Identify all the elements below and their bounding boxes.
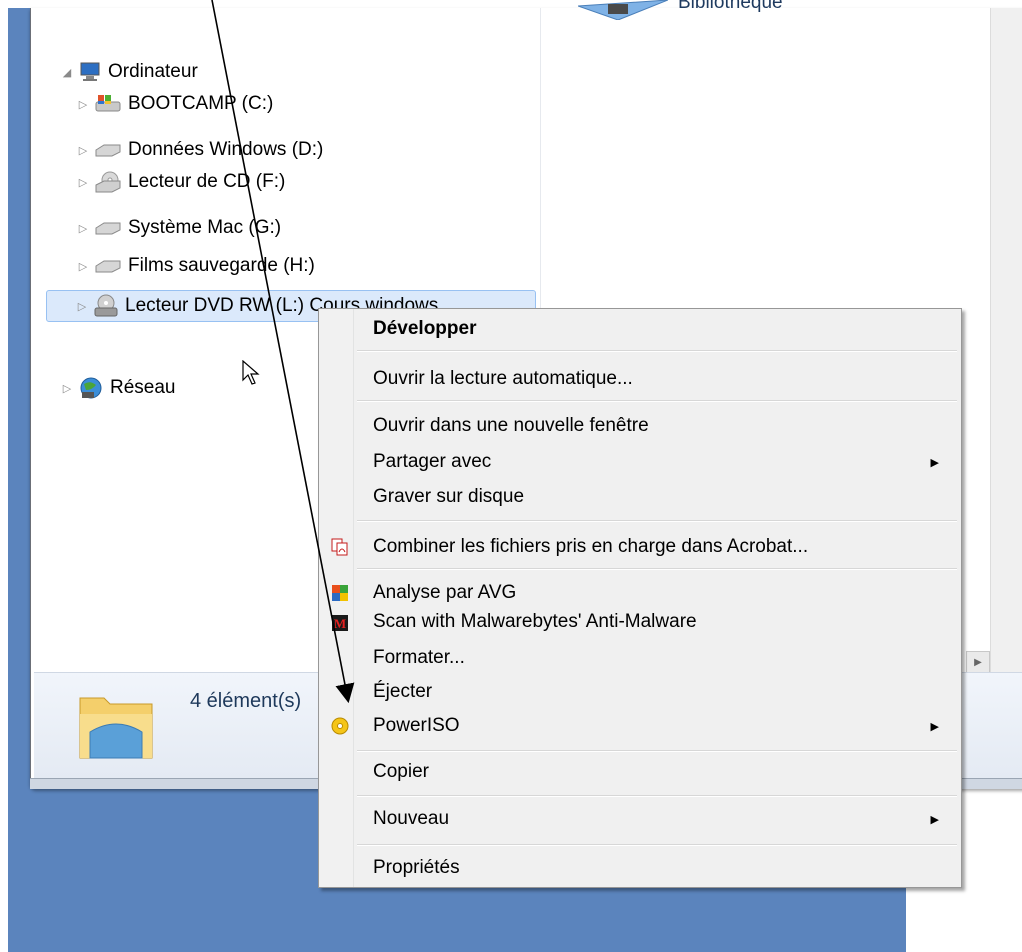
tree-item-label: Réseau <box>110 377 176 398</box>
tree-item-drive-g[interactable]: ▷ Système Mac (G:) <box>76 212 281 244</box>
library-label[interactable]: Bibliothèque <box>678 0 783 14</box>
tree-item-label: Système Mac (G:) <box>128 217 282 238</box>
collapsed-arrow-icon[interactable]: ▷ <box>60 382 74 395</box>
tree-item-label: Ordinateur <box>108 61 198 82</box>
menu-item-open-new-window[interactable]: Ouvrir dans une nouvelle fenêtre <box>373 410 953 442</box>
hard-drive-icon <box>95 260 121 273</box>
tree-item-computer[interactable]: ◢ Ordinateur <box>60 56 198 88</box>
tree-item-drive-d[interactable]: ▷ Données Windows (D:) <box>76 134 324 166</box>
menu-item-autoplay[interactable]: Ouvrir la lecture automatique... <box>373 363 953 395</box>
menu-item-label: Copier <box>373 761 429 782</box>
menu-item-label: Graver sur disque <box>373 486 525 507</box>
menu-item-label: Développer <box>373 318 477 339</box>
menu-item-burn-disc[interactable]: Graver sur disque <box>373 481 953 513</box>
menu-item-label: PowerISO <box>373 715 460 736</box>
menu-separator <box>357 568 957 570</box>
tree-item-drive-f[interactable]: ▷ Lecteur de CD (F:) <box>76 166 285 198</box>
computer-icon <box>80 62 100 81</box>
menu-separator <box>357 520 957 522</box>
svg-text:M: M <box>334 616 346 631</box>
collapsed-arrow-icon[interactable]: ▷ <box>76 222 90 235</box>
menu-separator <box>357 795 957 797</box>
menu-item-label: Analyse par AVG <box>373 582 517 603</box>
menu-item-malwarebytes-scan[interactable]: Scan with Malwarebytes' Anti-Malware <box>373 606 953 638</box>
collapsed-arrow-icon[interactable]: ▷ <box>76 176 90 189</box>
menu-separator <box>357 350 957 352</box>
menu-item-share-with[interactable]: Partager avec ▶ <box>373 446 953 478</box>
menu-item-label: Formater... <box>373 647 465 668</box>
collapsed-arrow-icon[interactable]: ▷ <box>76 260 90 273</box>
cd-drive-icon <box>95 171 121 193</box>
collapsed-arrow-icon[interactable]: ▷ <box>75 300 89 313</box>
menu-item-label: Partager avec <box>373 451 492 472</box>
tree-item-label: Données Windows (D:) <box>128 139 324 160</box>
menu-item-copy[interactable]: Copier <box>373 756 953 788</box>
collapsed-arrow-icon[interactable]: ▷ <box>76 98 90 111</box>
expanded-arrow-icon[interactable]: ◢ <box>60 66 74 79</box>
menu-item-label: Éjecter <box>373 681 433 702</box>
menu-item-avg-scan[interactable]: Analyse par AVG <box>373 577 953 609</box>
menu-item-eject[interactable]: Éjecter <box>373 676 953 708</box>
menu-separator <box>357 750 957 752</box>
collapsed-arrow-icon[interactable]: ▷ <box>76 144 90 157</box>
tree-item-label: Lecteur de CD (F:) <box>128 171 286 192</box>
dvd-drive-icon <box>94 294 118 317</box>
tree-item-label: Films sauvegarde (H:) <box>128 255 315 276</box>
menu-item-label: Ouvrir dans une nouvelle fenêtre <box>373 415 649 436</box>
menu-item-label: Scan with Malwarebytes' Anti-Malware <box>373 611 697 632</box>
tree-item-drive-c[interactable]: ▷ BOOTCAMP (C:) <box>76 88 274 120</box>
scroll-right-arrow-icon[interactable]: ▶ <box>966 651 990 673</box>
hard-drive-icon <box>95 144 121 157</box>
context-menu: Développer Ouvrir la lecture automatique… <box>318 308 962 888</box>
mouse-pointer-icon <box>242 360 260 385</box>
menu-item-properties[interactable]: Propriétés <box>373 852 953 884</box>
library-icon[interactable] <box>578 0 668 20</box>
submenu-arrow-icon: ▶ <box>930 456 939 469</box>
vertical-scrollbar[interactable] <box>990 8 1022 672</box>
menu-separator <box>357 400 957 402</box>
item-count-text: 4 élément(s) <box>190 690 302 712</box>
menu-item-label: Combiner les fichiers pris en charge dan… <box>373 536 809 557</box>
submenu-arrow-icon: ▶ <box>930 813 939 826</box>
submenu-arrow-icon: ▶ <box>930 720 939 733</box>
menu-item-developper[interactable]: Développer <box>373 313 953 345</box>
network-globe-icon <box>80 377 102 399</box>
menu-item-label: Ouvrir la lecture automatique... <box>373 368 633 389</box>
menu-item-format[interactable]: Formater... <box>373 642 953 674</box>
menu-item-label: Nouveau <box>373 808 450 829</box>
acrobat-icon <box>331 538 348 556</box>
malwarebytes-icon: M <box>332 615 348 631</box>
tree-item-label: BOOTCAMP (C:) <box>128 93 274 114</box>
menu-item-poweriso[interactable]: PowerISO ▶ <box>373 710 953 742</box>
poweriso-disc-icon <box>331 717 349 735</box>
folder-library-icon <box>79 697 153 759</box>
menu-separator <box>357 844 957 846</box>
menu-item-new[interactable]: Nouveau ▶ <box>373 803 953 835</box>
tree-item-drive-h[interactable]: ▷ Films sauvegarde (H:) <box>76 250 315 282</box>
menu-item-label: Propriétés <box>373 857 460 878</box>
hard-drive-icon <box>95 222 121 235</box>
menu-item-acrobat-combine[interactable]: Combiner les fichiers pris en charge dan… <box>373 531 953 563</box>
windows-drive-icon <box>95 95 121 112</box>
avg-icon <box>332 585 348 601</box>
tree-item-network[interactable]: ▷ Réseau <box>60 372 176 404</box>
